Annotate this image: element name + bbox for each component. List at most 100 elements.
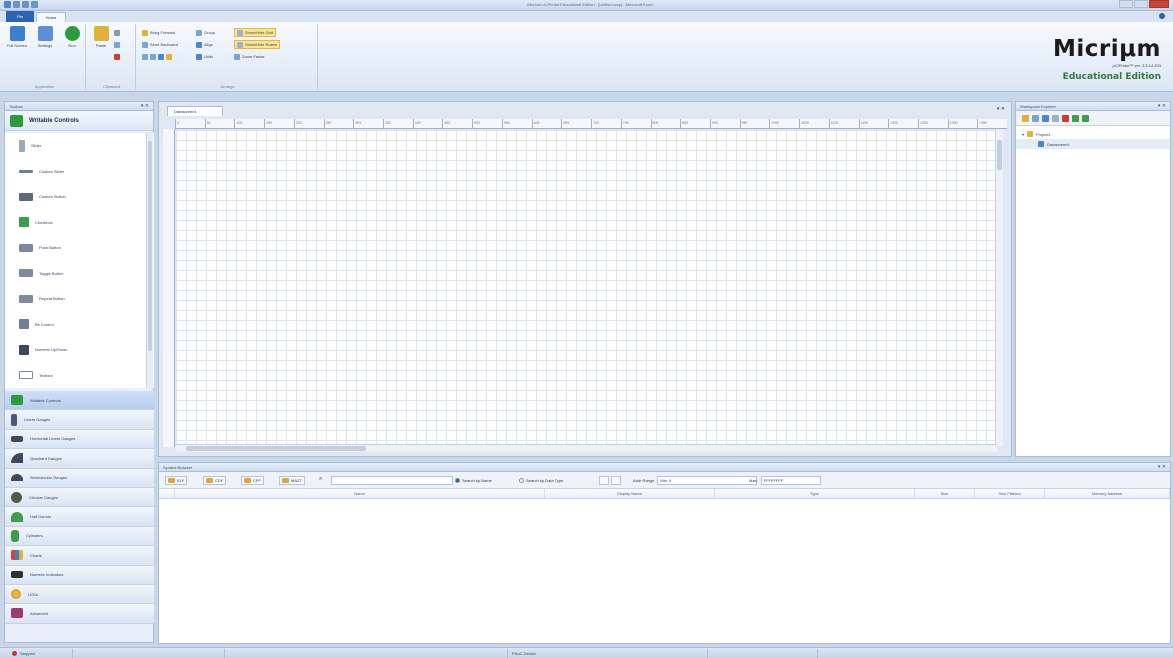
toolbox-item-checkbox[interactable]: Checkbox [5, 210, 154, 236]
undo-icon[interactable] [22, 1, 29, 8]
ruler-tick: 1250 [917, 119, 948, 128]
toolbox-scroll-thumb[interactable] [148, 141, 152, 351]
toolbox-item-repeat-button[interactable]: Repeat Button [5, 286, 154, 312]
addr-max-input[interactable]: FFFFFFFF [760, 476, 821, 485]
full-screen-button[interactable]: Full Screen [6, 26, 28, 66]
copy-button[interactable] [114, 40, 120, 49]
tree-item-datascreen1[interactable]: Datascreen1 [1016, 139, 1170, 149]
category-horizontal-linear-gauges[interactable]: Horizontal Linear Gauges [5, 429, 154, 450]
expand-icon[interactable]: ▾ [1022, 132, 1024, 137]
zoom-out-icon [150, 53, 156, 60]
toolbox-item-push-button[interactable]: Push Button [5, 235, 154, 261]
ruler-tick: 200 [293, 119, 324, 128]
mazt-button[interactable]: MAZT [279, 476, 305, 485]
canvas-hscroll-thumb[interactable] [186, 446, 366, 451]
maximize-button[interactable] [1134, 0, 1148, 8]
minimize-button[interactable] [1119, 0, 1133, 8]
category-charts[interactable]: Charts [5, 546, 154, 566]
type-dropdown[interactable] [599, 476, 609, 485]
tab-home[interactable]: Home [36, 12, 66, 22]
pin-icon[interactable]: ▾ ✕ [141, 102, 149, 111]
ruler-tick: 850 [680, 119, 710, 128]
ribbon-tabs: File Home [0, 11, 1173, 22]
move-down-icon[interactable] [1082, 114, 1089, 122]
tree-item-project1[interactable]: ▾ Project1 [1016, 129, 1170, 139]
column-type[interactable]: Type [715, 489, 915, 498]
new-project-icon[interactable] [1032, 114, 1039, 122]
category-circular-gauges[interactable]: Circular Gauges [5, 487, 154, 508]
folder-icon [282, 478, 289, 483]
toolbox-item-numeric-updown[interactable]: Numeric Up/Down [5, 337, 154, 363]
paste-button[interactable]: Paste [90, 26, 112, 66]
run-button[interactable]: Run [61, 26, 83, 66]
zoom-tools[interactable] [142, 52, 172, 61]
search-by-name-radio[interactable]: Search by Name [455, 476, 492, 485]
addr-min-input[interactable]: Min: 0 [657, 476, 758, 485]
toolbox-item-textbox[interactable]: Textbox [5, 363, 154, 389]
delete-item-icon[interactable] [1062, 114, 1069, 122]
toolbox-scrollbar[interactable] [146, 133, 153, 388]
grid-icon [237, 29, 243, 36]
show-rulers-toggle[interactable]: Show/Hide Rulers [234, 40, 281, 49]
properties-icon[interactable] [1052, 114, 1059, 122]
column-size[interactable]: Size [915, 489, 975, 498]
delete-button[interactable] [114, 52, 120, 61]
category-writable-controls[interactable]: Writable Controls [5, 391, 154, 411]
category-linear-gauges[interactable]: Linear Gauges [5, 410, 154, 430]
help-icon[interactable] [1159, 13, 1165, 19]
units-button[interactable]: Units [196, 52, 213, 61]
category-cylinders[interactable]: Cylinders [5, 526, 154, 547]
show-grid-toggle[interactable]: Show/Hide Grid [234, 28, 277, 37]
category-leds[interactable]: LEDs [5, 584, 154, 605]
redo-icon[interactable] [31, 1, 38, 8]
align-button[interactable]: Align [196, 40, 213, 49]
category-numeric-indicators[interactable]: Numeric Indicators [5, 565, 154, 585]
category-half-donuts[interactable]: Half Donuts [5, 507, 154, 527]
save-icon[interactable] [13, 1, 20, 8]
explorer-pin-icon[interactable]: ▾ ✕ [1158, 102, 1166, 111]
designer-close-icon[interactable]: ▾ ✕ [997, 106, 1005, 112]
cdf-button[interactable]: CDF [203, 476, 227, 485]
settings-button[interactable]: Settings [34, 26, 56, 66]
close-button[interactable] [1149, 0, 1169, 8]
workspace-explorer-panel: Workspace Explorer ▾ ✕ ▾ Project1 Datasc… [1015, 101, 1171, 457]
stopped-icon [12, 651, 17, 657]
design-canvas[interactable] [176, 130, 997, 446]
column-size-filtered[interactable]: Size Filtered [975, 489, 1045, 498]
category-quadrant-gauges[interactable]: Quadrant Gauges [5, 449, 154, 469]
new-screen-icon[interactable] [1042, 114, 1049, 122]
type-dropdown-2[interactable] [611, 476, 621, 485]
column-memory-address[interactable]: Memory Address [1045, 489, 1170, 498]
category-semicircular-gauges[interactable]: Semicircular Gauges [5, 468, 154, 488]
canvas-horizontal-scrollbar[interactable] [176, 444, 997, 452]
tab-datascreen1[interactable]: Datascreen1 [167, 106, 223, 116]
elf-button[interactable]: ELF [165, 476, 188, 485]
canvas-vscroll-thumb[interactable] [997, 140, 1002, 170]
zoom-factor-button[interactable]: Zoom Factor [234, 52, 265, 61]
symbol-search-input[interactable] [331, 476, 453, 485]
open-folder-icon[interactable] [1022, 114, 1029, 122]
toolbox-item-custom-switch[interactable]: Custom Switch [5, 184, 154, 210]
cut-button[interactable] [114, 28, 120, 37]
column-display-name[interactable]: Display Name [545, 489, 715, 498]
toolbox-item-custom-slider[interactable]: Custom Slider [5, 159, 154, 185]
send-backward-button[interactable]: Send Backward [142, 40, 178, 49]
toolbox-item-toggle-button[interactable]: Toggle Button [5, 261, 154, 287]
ribbon: Full Screen Settings Run Application Pas… [0, 22, 1173, 92]
toolbox-item-slider[interactable]: Slider [5, 133, 154, 159]
column-name[interactable]: Name [175, 489, 545, 498]
search-by-type-radio[interactable]: Search by Data Type [519, 476, 563, 485]
group-button[interactable]: Group [196, 28, 215, 37]
cff-button[interactable]: CFF [241, 476, 264, 485]
toolbox-item-bit-control[interactable]: Bit Control [5, 312, 154, 338]
search-icon[interactable]: ⌕ [319, 476, 322, 483]
semicircular-gauge-icon [11, 474, 23, 482]
delete-icon [114, 53, 120, 60]
ruler-tick: 100 [234, 119, 264, 128]
bring-forward-button[interactable]: Bring Forward [142, 28, 175, 37]
move-up-icon[interactable] [1072, 114, 1079, 122]
tab-file[interactable]: File [6, 11, 34, 22]
symbol-pin-icon[interactable]: ▾ ✕ [1158, 463, 1166, 472]
category-advanced[interactable]: Advanced [5, 604, 154, 624]
canvas-vertical-scrollbar[interactable] [995, 130, 1003, 446]
